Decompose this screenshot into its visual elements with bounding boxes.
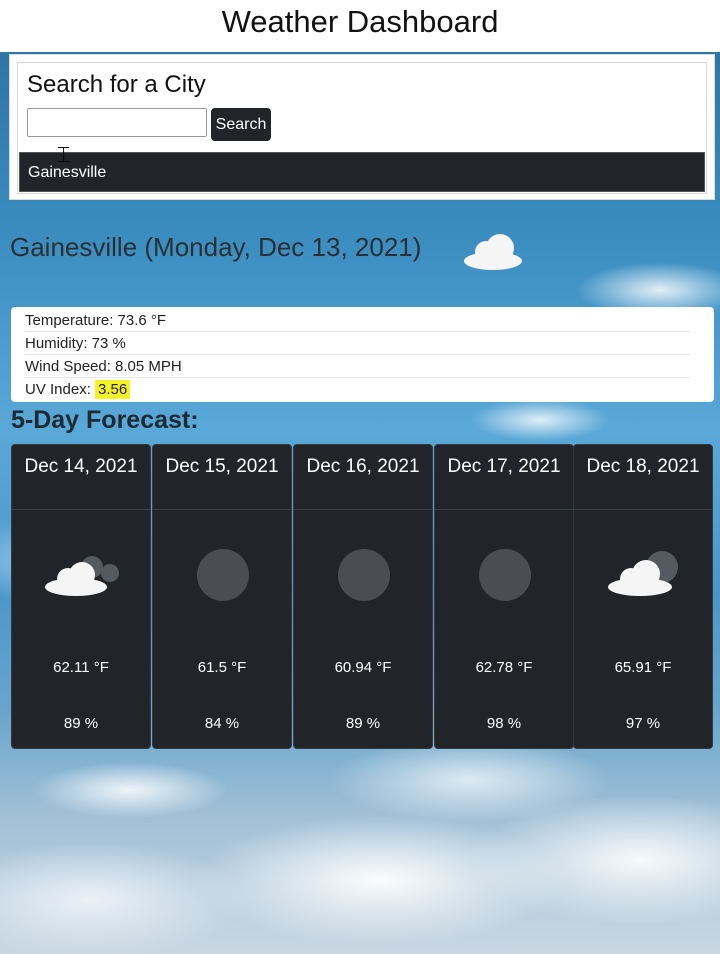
moon-icon: [338, 549, 390, 601]
city-search-input[interactable]: [27, 108, 207, 137]
forecast-date: Dec 15, 2021: [165, 456, 279, 477]
uv-label: UV Index:: [25, 381, 91, 398]
text-cursor-icon: ⌶: [57, 143, 71, 168]
forecast-date: Dec 16, 2021: [306, 456, 420, 477]
uv-badge: 3.56: [95, 380, 131, 399]
forecast-card: Dec 15, 2021 61.5 °F 84 %: [152, 444, 292, 749]
forecast-card: Dec 17, 2021 62.78 °F 98 %: [434, 444, 574, 749]
card-divider: [574, 509, 712, 510]
humidity-text: Humidity: 73 %: [25, 335, 126, 352]
forecast-title: 5-Day Forecast:: [11, 406, 199, 434]
partly-cloudy-night-icon: [45, 556, 119, 596]
card-divider: [435, 509, 573, 510]
forecast-humidity: 89 %: [63, 715, 99, 732]
forecast-card: Dec 16, 2021 60.94 °F 89 %: [293, 444, 433, 749]
card-divider: [12, 509, 150, 510]
search-section: Search for a City Search Gainesville: [9, 54, 715, 200]
forecast-temp: 65.91 °F: [614, 659, 672, 676]
card-divider: [153, 509, 291, 510]
moon-icon: [197, 549, 249, 601]
search-button[interactable]: Search: [211, 108, 271, 141]
forecast-humidity: 84 %: [204, 715, 240, 732]
search-history-item[interactable]: Gainesville: [19, 152, 705, 192]
forecast-temp: 60.94 °F: [334, 659, 392, 676]
temperature-row: Temperature: 73.6 °F: [25, 309, 690, 332]
forecast-temp: 61.5 °F: [197, 659, 247, 676]
current-city-title: Gainesville (Monday, Dec 13, 2021): [10, 232, 422, 262]
search-card: Search for a City Search Gainesville: [17, 62, 707, 194]
forecast-date: Dec 18, 2021: [586, 456, 700, 477]
forecast-humidity: 89 %: [345, 715, 381, 732]
forecast-card: Dec 18, 2021 65.91 °F 97 %: [573, 444, 713, 749]
uv-row: UV Index: 3.56: [25, 378, 690, 401]
moon-icon: [479, 549, 531, 601]
forecast-humidity: 97 %: [625, 715, 661, 732]
search-heading: Search for a City: [27, 71, 206, 98]
card-divider: [294, 509, 432, 510]
page-title: Weather Dashboard: [221, 4, 499, 39]
forecast-humidity: 98 %: [486, 715, 522, 732]
forecast-card: Dec 14, 2021 62.11 °F 89 %: [11, 444, 151, 749]
wind-text: Wind Speed: 8.05 MPH: [25, 358, 182, 375]
forecast-temp: 62.78 °F: [475, 659, 533, 676]
temperature-text: Temperature: 73.6 °F: [25, 312, 167, 329]
forecast-temp: 62.11 °F: [53, 659, 109, 676]
cloud-moon-icon: [608, 551, 678, 596]
page-header: Weather Dashboard: [0, 0, 720, 52]
cloud-icon: [464, 234, 522, 270]
wind-row: Wind Speed: 8.05 MPH: [25, 355, 690, 378]
humidity-row: Humidity: 73 %: [25, 332, 690, 355]
forecast-date: Dec 17, 2021: [447, 456, 561, 477]
current-weather-card: Temperature: 73.6 °F Humidity: 73 % Wind…: [11, 307, 714, 402]
forecast-date: Dec 14, 2021: [24, 456, 138, 477]
